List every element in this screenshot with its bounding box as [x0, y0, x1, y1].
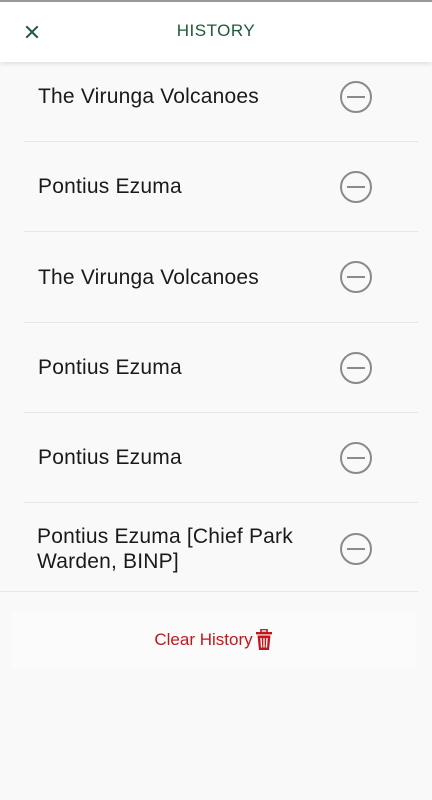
minus-circle-icon: [340, 532, 372, 565]
minus-circle-icon: [340, 170, 372, 203]
list-divider: [0, 591, 418, 592]
clear-history-button[interactable]: Clear History: [154, 629, 273, 651]
history-item-label: The Virunga Volcanoes: [38, 265, 259, 289]
history-list: The Virunga Volcanoes Pontius Ezuma The …: [24, 52, 418, 594]
remove-item-button[interactable]: [338, 79, 374, 115]
minus-circle-icon: [340, 351, 372, 384]
history-item-label: The Virunga Volcanoes: [38, 85, 259, 108]
remove-item-button[interactable]: [338, 169, 374, 205]
history-item[interactable]: Pontius Ezuma [Chief Park Warden, BINP]: [24, 503, 418, 594]
history-item[interactable]: The Virunga Volcanoes: [24, 232, 418, 323]
remove-item-button[interactable]: [338, 531, 374, 567]
footer-bar: Clear History: [12, 612, 416, 668]
history-item[interactable]: The Virunga Volcanoes: [24, 52, 418, 142]
history-item-label: Pontius Ezuma: [38, 446, 182, 469]
remove-item-button[interactable]: [338, 440, 374, 476]
remove-item-button[interactable]: [338, 259, 374, 295]
remove-item-button[interactable]: [338, 350, 374, 386]
page-title: HISTORY: [176, 21, 256, 40]
history-item-label: Pontius Ezuma: [38, 175, 182, 198]
minus-circle-icon: [340, 261, 372, 293]
minus-circle-icon: [340, 80, 372, 113]
clear-history-label: Clear History: [154, 630, 253, 649]
history-item[interactable]: Pontius Ezuma: [24, 323, 418, 413]
history-screen: HISTORY The Virunga Volcanoes Pontius Ez…: [0, 0, 432, 800]
history-item[interactable]: Pontius Ezuma: [24, 413, 418, 503]
history-item-label: Pontius Ezuma [Chief Park Warden, BINP]: [37, 524, 293, 573]
trash-icon: [255, 629, 272, 650]
history-item-label: Pontius Ezuma: [38, 356, 182, 379]
minus-circle-icon: [340, 441, 372, 474]
history-item[interactable]: Pontius Ezuma: [24, 142, 418, 232]
app-header: HISTORY: [0, 2, 432, 62]
